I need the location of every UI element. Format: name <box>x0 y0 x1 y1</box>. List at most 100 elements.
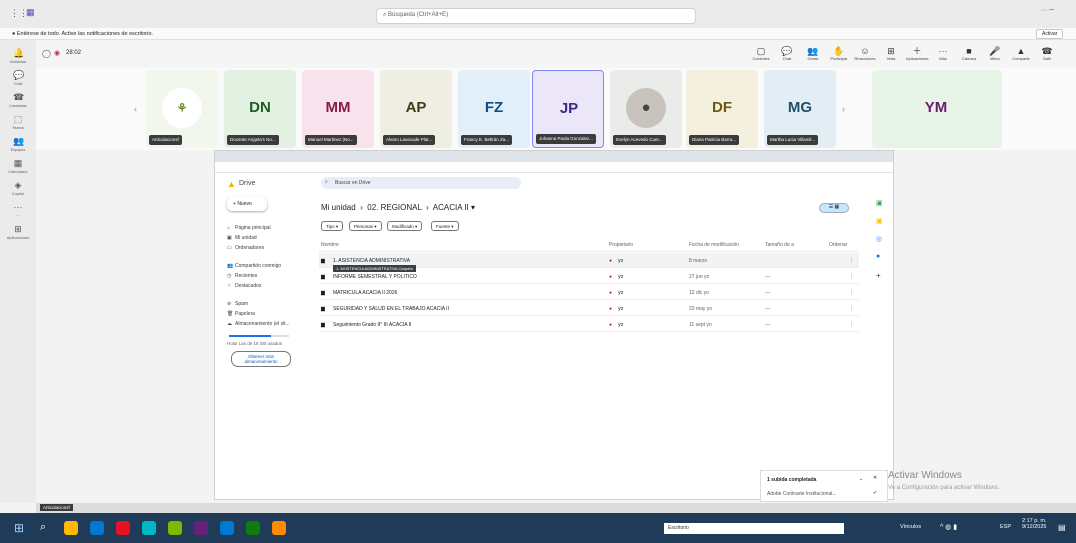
breadcrumb-item[interactable]: Mi unidad <box>321 203 356 212</box>
drive-nav-item[interactable]: ◷ Recientes <box>227 273 257 279</box>
table-row[interactable]: ▆ MATRICULA ACACIA II 2026 ● yo 12 dic yo — ⋮ <box>319 285 859 300</box>
participant-tile[interactable]: YM <box>872 70 1002 148</box>
drive-nav-item[interactable]: ⊘ Spam <box>227 301 248 307</box>
get-storage-button[interactable]: Obtener más almacenamiento <box>231 351 291 367</box>
file-modified: 11 sept yo <box>689 322 712 328</box>
participant-tile[interactable]: AP Alvaro Lavacude Plat... <box>380 70 452 148</box>
search-icon[interactable]: ⌕ <box>40 521 46 534</box>
teams-search-input[interactable]: ⌕ Búsqueda (Ctrl+Alt+E) <box>376 8 696 24</box>
toolbar-button[interactable]: ☎ Salir <box>1036 46 1058 61</box>
rail-item[interactable]: 🔔 Actividad <box>0 48 36 64</box>
browser-tab-strip[interactable] <box>215 151 893 162</box>
taskbar-app-icon[interactable] <box>194 521 208 535</box>
column-header[interactable]: Tamaño de a <box>765 242 794 248</box>
tasks-icon[interactable]: ◎ <box>876 235 882 243</box>
toolbar-button[interactable]: ■ Cámara <box>958 46 980 61</box>
toolbar-button[interactable]: ⊞ Vista <box>880 46 902 61</box>
drive-nav-item[interactable]: ☆ Destacados <box>227 283 261 289</box>
more-options-icon[interactable]: ⋮ <box>849 306 854 312</box>
toolbar-button[interactable]: ··· Más <box>932 46 954 61</box>
participant-name: Johanna Paola Gonzalez... <box>536 134 597 144</box>
taskbar-app-icon[interactable] <box>116 521 130 535</box>
add-icon[interactable]: + <box>876 271 881 280</box>
participant-tile[interactable]: JP Johanna Paola Gonzalez... <box>532 70 604 148</box>
taskbar-app-icon[interactable] <box>90 521 104 535</box>
column-header[interactable]: Propietario <box>609 242 633 248</box>
chevron-down-icon[interactable]: ⌄ <box>859 476 863 482</box>
clock[interactable]: 2:17 p. m. 9/12/2025 <box>1022 518 1046 530</box>
links-toolbar[interactable]: Vínculos <box>900 524 921 530</box>
drive-nav-item[interactable]: ☁ Almacenamiento (el sit... <box>227 321 290 327</box>
taskbar-app-icon[interactable] <box>64 521 78 535</box>
language-indicator[interactable]: ESP <box>1000 524 1011 530</box>
drive-nav-item[interactable]: ▣ Mi unidad <box>227 235 257 241</box>
more-options-icon[interactable]: ⋮ <box>849 322 854 328</box>
chevron-left-icon[interactable]: ‹ <box>134 104 137 114</box>
toolbar-button[interactable]: 💬 Chat <box>776 46 798 61</box>
taskbar-app-icon[interactable] <box>142 521 156 535</box>
column-header[interactable]: Nombre <box>321 242 339 248</box>
filter-chip[interactable]: Fuente ▾ <box>431 221 459 231</box>
windows-taskbar: ⊞ ⌕ Escritorio Vínculos ^ ◍ ▮ ESP 2:17 p… <box>0 513 1076 543</box>
toolbar-button[interactable]: ✋ Participar <box>828 46 850 61</box>
taskbar-desktop-field[interactable]: Escritorio <box>664 523 844 534</box>
rail-item[interactable]: ⊞ Aplicaciones <box>0 224 36 240</box>
rail-item[interactable]: ☎ Llamadas <box>0 92 36 108</box>
windows-start-icon[interactable]: ⊞ <box>14 521 24 535</box>
rail-item[interactable]: 👥 Equipos <box>0 136 36 152</box>
activate-notifications-button[interactable]: Activar <box>1036 29 1064 39</box>
rail-item[interactable]: 💬 Chat <box>0 70 36 86</box>
drive-nav-item[interactable]: 🗑 Papelera <box>227 311 255 317</box>
rail-item[interactable]: ⬚ Teams <box>0 114 36 130</box>
keep-icon[interactable]: ▣ <box>876 217 883 225</box>
tray-icons[interactable]: ^ ◍ ▮ <box>940 523 957 531</box>
drive-nav-item[interactable]: ▭ Ordenadores <box>227 245 264 251</box>
column-header[interactable]: Ordenar <box>829 242 847 248</box>
filter-chip[interactable]: Modificado ▾ <box>387 221 423 231</box>
contacts-icon[interactable]: ● <box>876 253 880 260</box>
toolbar-button[interactable]: ＋ Aplicaciones <box>906 46 928 61</box>
browser-address-bar[interactable] <box>215 162 893 173</box>
participant-tile[interactable]: MM Manuel Martinez (No... <box>302 70 374 148</box>
calendar-icon[interactable]: ▣ <box>876 199 883 207</box>
column-header[interactable]: Fecha de modificación <box>689 242 739 248</box>
rail-item[interactable]: ◈ Copilot <box>0 180 36 196</box>
participant-tile[interactable]: MG Martha Lucia Villamil... <box>764 70 836 148</box>
toolbar-button[interactable]: 👥 Gente <box>802 46 824 61</box>
taskbar-app-icon[interactable] <box>272 521 286 535</box>
taskbar-app-icon[interactable] <box>246 521 260 535</box>
drive-search-input[interactable]: ⌕ Buscar en Drive <box>321 177 521 189</box>
toolbar-button[interactable]: ☺ Reacciones <box>854 46 876 61</box>
taskbar-app-icon[interactable] <box>220 521 234 535</box>
close-icon[interactable]: ✕ <box>873 475 877 481</box>
rail-item[interactable]: ··· ··· <box>0 202 36 218</box>
participant-name: Diana Patricia Barra... <box>689 135 740 145</box>
toolbar-button[interactable]: ▲ Compartir <box>1010 46 1032 61</box>
new-button[interactable]: + Nuevo <box>227 197 267 211</box>
table-row[interactable]: ▆ Seguimiento Grado 9° III ACACIA II ● yo 11… <box>319 317 859 332</box>
toolbar-button[interactable]: ▢ Controles <box>750 46 772 61</box>
breadcrumb-item[interactable]: ACACIA II <box>433 203 469 212</box>
participant-tile[interactable]: DF Diana Patricia Barra... <box>686 70 758 148</box>
drive-nav-item[interactable]: ⌂ Página principal <box>227 225 271 231</box>
participant-tile[interactable]: ⚘ Articulacionsf <box>146 70 218 148</box>
drive-nav-item[interactable]: 👥 Compartido conmigo <box>227 263 281 269</box>
table-row[interactable]: ▆ SEGURIDAD Y SALUD EN EL TRABAJO ACACIA … <box>319 301 859 316</box>
participant-tile[interactable]: FZ Francy E. Beltrán Za... <box>458 70 530 148</box>
more-options-icon[interactable]: ⋮ <box>849 274 854 280</box>
participant-tile[interactable]: ● Evelyn Acevedo Cuer... <box>610 70 682 148</box>
taskbar-app-icon[interactable] <box>168 521 182 535</box>
view-toggle[interactable]: ☰ ▦ <box>819 203 849 213</box>
participant-tile[interactable]: DN Docente Angela's No... <box>224 70 296 148</box>
breadcrumb-item[interactable]: 02. REGIONAL <box>367 203 421 212</box>
more-options-icon[interactable]: ⋮ <box>849 258 854 264</box>
rail-item[interactable]: ▦ Calendario <box>0 158 36 174</box>
toolbar-button[interactable]: 🎤 Micro <box>984 46 1006 61</box>
filter-chip[interactable]: Tipo ▾ <box>321 221 344 231</box>
table-row[interactable]: ▆ 1. ASISTENCIA ADMINISTRATIVA ● yo 8 marzo ⋮… <box>319 253 859 272</box>
window-controls[interactable]: ··· ─ <box>1040 7 1054 14</box>
filter-chip[interactable]: Personas ▾ <box>349 221 382 231</box>
more-options-icon[interactable]: ⋮ <box>849 290 854 296</box>
notifications-icon[interactable]: ▤ <box>1058 523 1066 532</box>
chevron-right-icon[interactable]: › <box>842 104 845 114</box>
